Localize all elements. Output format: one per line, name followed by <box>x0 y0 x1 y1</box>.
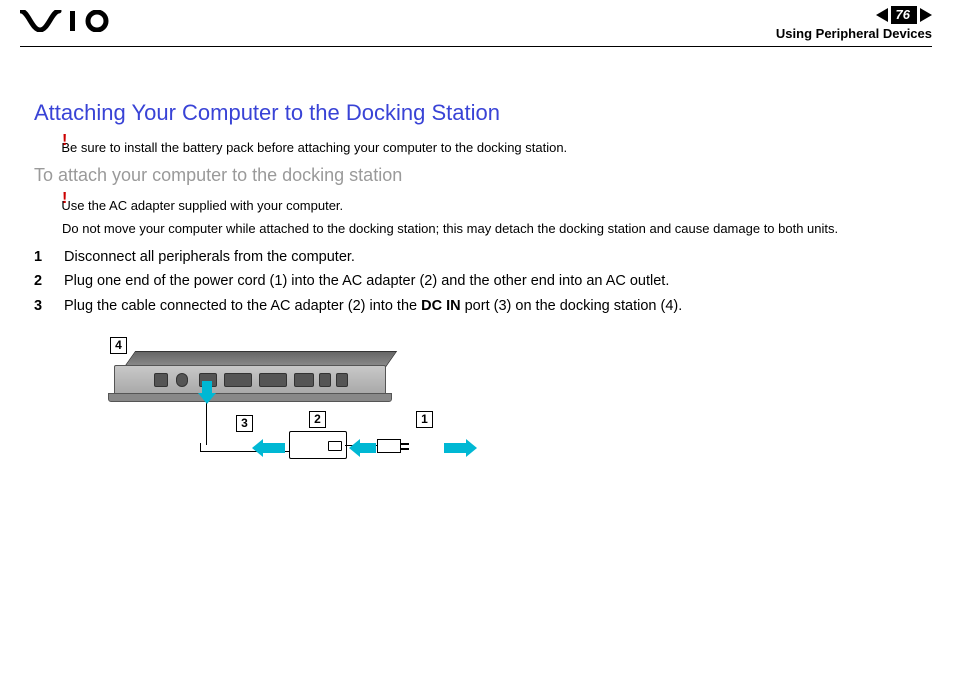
page-subtitle: To attach your computer to the docking s… <box>34 165 920 186</box>
warning-3: Do not move your computer while attached… <box>62 221 920 236</box>
warning-text: Be sure to install the battery pack befo… <box>61 140 567 155</box>
step-item: 3 Plug the cable connected to the AC ada… <box>34 295 920 317</box>
next-page-button[interactable] <box>920 8 932 22</box>
docking-station-illustration <box>124 351 384 406</box>
cable <box>206 399 207 445</box>
section-title: Using Peripheral Devices <box>776 26 932 41</box>
callout-3: 3 <box>236 415 253 432</box>
step-item: 2 Plug one end of the power cord (1) int… <box>34 270 920 292</box>
page-nav: 76 <box>876 6 932 24</box>
warning-text: Use the AC adapter supplied with your co… <box>61 198 343 213</box>
step-number: 2 <box>34 270 64 292</box>
arrow-icon <box>198 381 216 404</box>
arrow-icon <box>349 439 376 457</box>
step-number: 1 <box>34 246 64 268</box>
vaio-logo <box>20 10 112 37</box>
step-text: Disconnect all peripherals from the comp… <box>64 246 355 268</box>
step-item: 1 Disconnect all peripherals from the co… <box>34 246 920 268</box>
warning-2: ! Use the AC adapter supplied with your … <box>62 198 920 213</box>
steps-list: 1 Disconnect all peripherals from the co… <box>34 246 920 317</box>
power-plug-illustration <box>377 439 401 453</box>
page-content: Attaching Your Computer to the Docking S… <box>0 46 954 501</box>
docking-diagram: 4 3 2 1 <box>94 331 514 501</box>
callout-2: 2 <box>309 411 326 428</box>
warning-text: Do not move your computer while attached… <box>62 221 838 236</box>
page-header: 76 Using Peripheral Devices <box>0 0 954 46</box>
callout-4: 4 <box>110 337 127 354</box>
page-number: 76 <box>891 6 917 24</box>
arrow-icon <box>444 439 477 457</box>
step-text: Plug one end of the power cord (1) into … <box>64 270 669 292</box>
header-rule <box>20 46 932 47</box>
warning-1: ! Be sure to install the battery pack be… <box>62 140 920 155</box>
step-text: Plug the cable connected to the AC adapt… <box>64 295 682 317</box>
warning-icon: ! <box>62 134 67 148</box>
page-title: Attaching Your Computer to the Docking S… <box>34 100 920 126</box>
ac-adapter-illustration <box>289 431 347 459</box>
warning-icon: ! <box>62 192 67 206</box>
prev-page-button[interactable] <box>876 8 888 22</box>
arrow-icon <box>252 439 285 457</box>
callout-1: 1 <box>416 411 433 428</box>
step-number: 3 <box>34 295 64 317</box>
